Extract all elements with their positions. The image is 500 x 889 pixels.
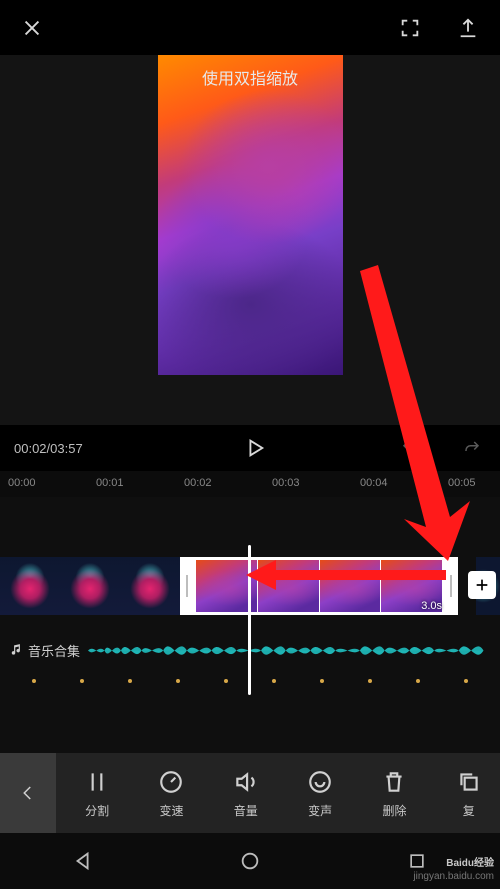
tool-copy[interactable]: 复 <box>455 768 483 819</box>
top-bar <box>0 0 500 55</box>
pinch-hint: 使用双指缩放 <box>202 65 298 89</box>
ruler-tick: 00:03 <box>272 477 300 489</box>
preview-frame: 使用双指缩放 <box>158 55 343 375</box>
upload-icon <box>457 17 479 39</box>
music-icon <box>10 643 24 657</box>
tool-label: 删除 <box>382 802 406 819</box>
split-icon <box>84 769 110 795</box>
play-icon <box>244 437 266 459</box>
circle-home-icon <box>239 850 261 872</box>
watermark-url: jingyan.baidu.com <box>413 871 494 882</box>
expand-icon <box>399 17 421 39</box>
nav-back-button[interactable] <box>69 847 97 875</box>
nav-home-button[interactable] <box>236 847 264 875</box>
audio-waveform <box>88 632 500 668</box>
clip-handle-left[interactable] <box>180 557 194 615</box>
volume-icon <box>233 769 259 795</box>
delete-icon <box>381 769 407 795</box>
annotation-arrow-diagonal <box>352 265 472 570</box>
tool-voice[interactable]: 变声 <box>306 768 334 819</box>
clip-duration: 3.0s <box>421 600 442 612</box>
time-display: 00:02/03:57 <box>14 441 114 456</box>
toolbar-back-button[interactable] <box>0 753 56 833</box>
plus-icon <box>474 577 490 593</box>
export-button[interactable] <box>454 14 482 42</box>
ruler-tick: 00:01 <box>96 477 124 489</box>
tool-label: 变声 <box>308 802 332 819</box>
watermark-brand: Baidu经验 <box>446 858 494 869</box>
triangle-back-icon <box>72 850 94 872</box>
clip-thumbnail <box>120 557 180 615</box>
clip-thumbnail <box>0 557 60 615</box>
fullscreen-button[interactable] <box>396 14 424 42</box>
tool-volume[interactable]: 音量 <box>232 768 260 819</box>
watermark: Baidu经验 jingyan.baidu.com <box>413 857 494 883</box>
total-time: 03:57 <box>50 441 83 456</box>
tool-label: 分割 <box>85 802 109 819</box>
tool-split[interactable]: 分割 <box>83 768 111 819</box>
close-icon <box>21 17 43 39</box>
audio-label-text: 音乐合集 <box>28 641 80 660</box>
ruler-tick: 00:02 <box>184 477 212 489</box>
chevron-left-icon <box>19 784 37 802</box>
clip-1[interactable] <box>0 557 180 615</box>
tool-delete[interactable]: 删除 <box>380 768 408 819</box>
edit-toolbar: 分割 变速 音量 变声 删除 复 <box>0 753 500 833</box>
tool-label: 音量 <box>234 802 258 819</box>
tool-label: 变速 <box>159 802 183 819</box>
copy-icon <box>456 769 482 795</box>
clip-thumbnail <box>60 557 120 615</box>
tool-label: 复 <box>463 802 475 819</box>
ruler-tick: 00:00 <box>8 477 36 489</box>
tool-speed[interactable]: 变速 <box>157 768 185 819</box>
current-time: 00:02 <box>14 441 47 456</box>
voice-change-icon <box>307 769 333 795</box>
speed-icon <box>158 769 184 795</box>
audio-label: 音乐合集 <box>10 641 80 660</box>
play-button[interactable] <box>241 434 269 462</box>
close-button[interactable] <box>18 14 46 42</box>
add-clip-button[interactable] <box>468 571 496 599</box>
annotation-arrow-horizontal <box>246 560 446 595</box>
